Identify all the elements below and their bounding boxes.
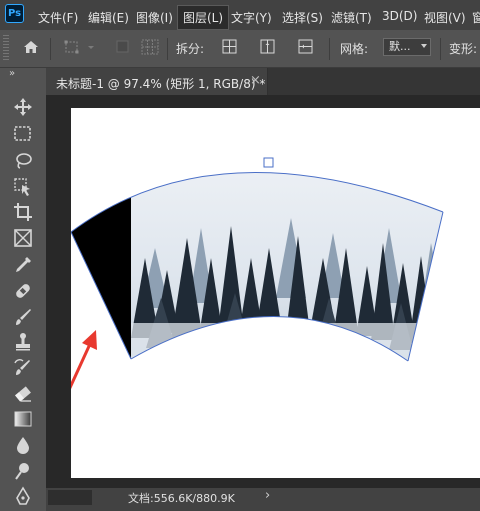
document-tab[interactable]: 未标题-1 @ 97.4% (矩形 1, RGB/8) * × — [46, 68, 268, 95]
gradient-tool-icon[interactable] — [12, 408, 34, 430]
menu-type[interactable]: 文字(Y) — [231, 9, 272, 26]
document-info[interactable]: 文档:556.6K/880.9K — [128, 490, 235, 506]
collapse-panel-button[interactable]: » — [9, 68, 15, 79]
menu-file[interactable]: 文件(F) — [38, 9, 78, 26]
eyedropper-tool-icon[interactable] — [12, 254, 34, 276]
document-area: 未标题-1 @ 97.4% (矩形 1, RGB/8) * × 文档:556.6… — [46, 68, 480, 511]
tab-bar-empty — [268, 68, 480, 95]
photoshop-logo-icon[interactable]: Ps — [5, 4, 24, 23]
grid-select[interactable]: 默... — [383, 38, 431, 56]
options-separator — [329, 38, 330, 60]
clone-stamp-tool-icon[interactable] — [12, 331, 34, 353]
checkbox-icon[interactable] — [114, 37, 132, 57]
options-separator — [50, 38, 51, 60]
grid-label: 网格: — [340, 42, 369, 56]
menu-layer[interactable]: 图层(L) — [177, 5, 230, 30]
blur-tool-icon[interactable] — [12, 434, 34, 456]
canvas-area[interactable] — [46, 95, 480, 488]
marquee-tool-icon[interactable] — [12, 123, 34, 145]
options-separator — [440, 38, 441, 60]
zoom-field[interactable] — [48, 490, 92, 505]
split-horizontal-icon[interactable] — [295, 37, 317, 57]
chevron-down-icon — [421, 44, 427, 48]
object-select-tool-icon[interactable] — [12, 176, 34, 198]
brush-tool-icon[interactable] — [12, 306, 34, 328]
document-canvas[interactable] — [71, 108, 480, 478]
transform-label: 变形: — [449, 42, 478, 56]
history-brush-tool-icon[interactable] — [12, 357, 34, 379]
menu-bar: Ps 文件(F) 编辑(E) 图像(I) 图层(L) 文字(Y) 选择(S) 滤… — [0, 0, 480, 30]
menu-image[interactable]: 图像(I) — [136, 9, 173, 26]
split-cross-icon[interactable] — [219, 37, 241, 57]
transform-selection-icon[interactable] — [60, 37, 98, 57]
chevron-right-icon[interactable]: › — [265, 488, 270, 503]
annotation-arrow — [71, 330, 97, 390]
grid-icon[interactable] — [139, 37, 161, 57]
menu-3d[interactable]: 3D(D) — [382, 9, 417, 23]
options-grip[interactable] — [3, 35, 9, 61]
status-bar: 文档:556.6K/880.9K › — [46, 488, 480, 511]
forest-image — [71, 172, 443, 361]
pen-tool-icon[interactable] — [12, 486, 34, 508]
menu-filter[interactable]: 滤镜(T) — [331, 9, 372, 26]
lasso-tool-icon[interactable] — [12, 150, 34, 172]
canvas-artwork — [71, 157, 444, 390]
dodge-tool-icon[interactable] — [12, 460, 34, 482]
healing-brush-tool-icon[interactable] — [12, 280, 34, 302]
warp-handle-top[interactable] — [263, 157, 274, 168]
split-vertical-icon[interactable] — [257, 37, 279, 57]
eraser-tool-icon[interactable] — [12, 382, 34, 404]
split-label: 拆分: — [176, 42, 205, 56]
grid-select-value: 默... — [389, 40, 411, 53]
menu-edit[interactable]: 编辑(E) — [88, 9, 129, 26]
frame-tool-icon[interactable] — [12, 227, 34, 249]
options-bar: 拆分: 网格: 默... 变形: — [0, 30, 480, 68]
home-icon[interactable] — [20, 37, 42, 57]
move-tool-icon[interactable] — [12, 96, 34, 118]
tools-panel: » — [0, 68, 46, 511]
menu-select[interactable]: 选择(S) — [282, 9, 323, 26]
menu-window[interactable]: 窗 — [472, 9, 480, 26]
menu-view[interactable]: 视图(V) — [424, 9, 466, 26]
options-separator — [167, 38, 168, 60]
crop-tool-icon[interactable] — [12, 201, 34, 223]
close-icon[interactable]: × — [250, 73, 261, 88]
document-tab-title: 未标题-1 @ 97.4% (矩形 1, RGB/8) * — [56, 77, 266, 91]
